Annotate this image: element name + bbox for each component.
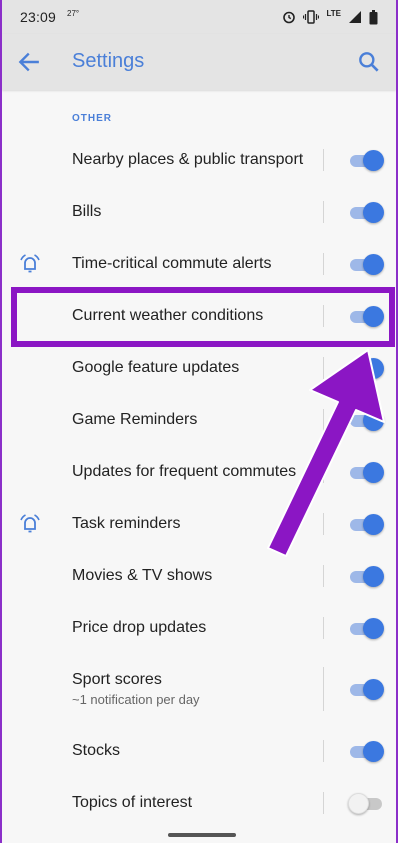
phone-screen: 23:09 27° LTE Settings OTHER Nearby plac… [0,0,398,843]
row-divider [323,792,324,814]
battery-icon [369,9,378,24]
row-divider [323,305,324,327]
setting-label: Sport scores [72,671,162,688]
setting-toggle[interactable] [350,306,384,327]
home-indicator[interactable] [168,833,236,837]
setting-row[interactable]: Game Reminders [2,394,396,446]
setting-label: Time-critical commute alerts [72,255,272,272]
setting-label: Bills [72,203,102,220]
toggle-thumb [348,793,369,814]
status-temperature: 27° [67,9,80,18]
setting-label: Game Reminders [72,411,198,428]
setting-toggle[interactable] [350,358,384,379]
toggle-thumb [363,410,384,431]
setting-toggle[interactable] [350,514,384,535]
toggle-thumb [363,358,384,379]
network-type: LTE [326,9,341,18]
setting-toggle[interactable] [350,254,384,275]
toggle-thumb [363,679,384,700]
toggle-thumb [363,618,384,639]
setting-toggle[interactable] [350,741,384,762]
row-divider [323,201,324,223]
setting-row[interactable]: Current weather conditions [2,290,396,342]
system-icons: LTE [282,8,378,26]
setting-row[interactable]: Sport scores ~1 notification per day [2,654,396,724]
toggle-thumb [363,514,384,535]
setting-label: Google feature updates [72,359,240,376]
row-divider [323,149,324,171]
setting-toggle[interactable] [350,566,384,587]
row-divider [323,740,324,762]
setting-label: Price drop updates [72,619,207,636]
setting-label: Topics of interest [72,794,193,811]
row-divider [323,409,324,431]
setting-subtitle: ~1 notification per day [72,692,200,707]
alarm-clock-icon [283,11,296,24]
setting-toggle[interactable] [348,793,384,814]
setting-toggle[interactable] [350,150,384,171]
setting-row[interactable]: Bills [2,186,396,238]
setting-label: Updates for frequent commutes [72,463,297,480]
setting-row[interactable]: Price drop updates [2,602,396,654]
row-divider [323,253,324,275]
section-header: OTHER [72,113,112,124]
setting-label: Stocks [72,742,121,759]
status-time: 23:09 [20,9,57,25]
setting-row[interactable]: Movies & TV shows [2,550,396,602]
setting-row[interactable]: Google feature updates [2,342,396,394]
toggle-thumb [363,254,384,275]
row-divider [323,357,324,379]
app-bar: Settings [2,34,396,90]
toggle-thumb [363,202,384,223]
setting-toggle[interactable] [350,410,384,431]
setting-row[interactable]: Stocks [2,725,396,777]
alarm-bell-icon [20,514,40,533]
setting-row[interactable]: Time-critical commute alerts [2,238,396,290]
setting-label: Current weather conditions [72,307,264,324]
setting-label: Movies & TV shows [72,567,213,584]
alarm-bell-icon [20,254,40,273]
row-divider [323,617,324,639]
toggle-thumb [363,150,384,171]
row-divider [323,667,324,711]
row-divider [323,565,324,587]
search-icon[interactable] [356,49,382,75]
setting-label: Task reminders [72,515,181,532]
setting-toggle[interactable] [350,618,384,639]
setting-label: Nearby places & public transport [72,151,304,168]
page-title: Settings [72,50,145,72]
setting-toggle[interactable] [350,679,384,700]
row-divider [323,513,324,535]
setting-toggle[interactable] [350,202,384,223]
arrow-back-icon[interactable] [16,49,42,75]
setting-toggle[interactable] [350,462,384,483]
signal-icon [349,11,361,23]
toggle-thumb [363,566,384,587]
vibrate-icon [303,10,320,24]
toggle-thumb [363,306,384,327]
setting-row[interactable]: Updates for frequent commutes [2,446,396,498]
setting-row[interactable]: Topics of interest [2,777,396,829]
toggle-thumb [363,741,384,762]
toggle-thumb [363,462,384,483]
row-divider [323,461,324,483]
status-bar: 23:09 27° LTE [2,0,396,34]
setting-row[interactable]: Task reminders [2,498,396,550]
setting-row[interactable]: Nearby places & public transport [2,134,396,186]
